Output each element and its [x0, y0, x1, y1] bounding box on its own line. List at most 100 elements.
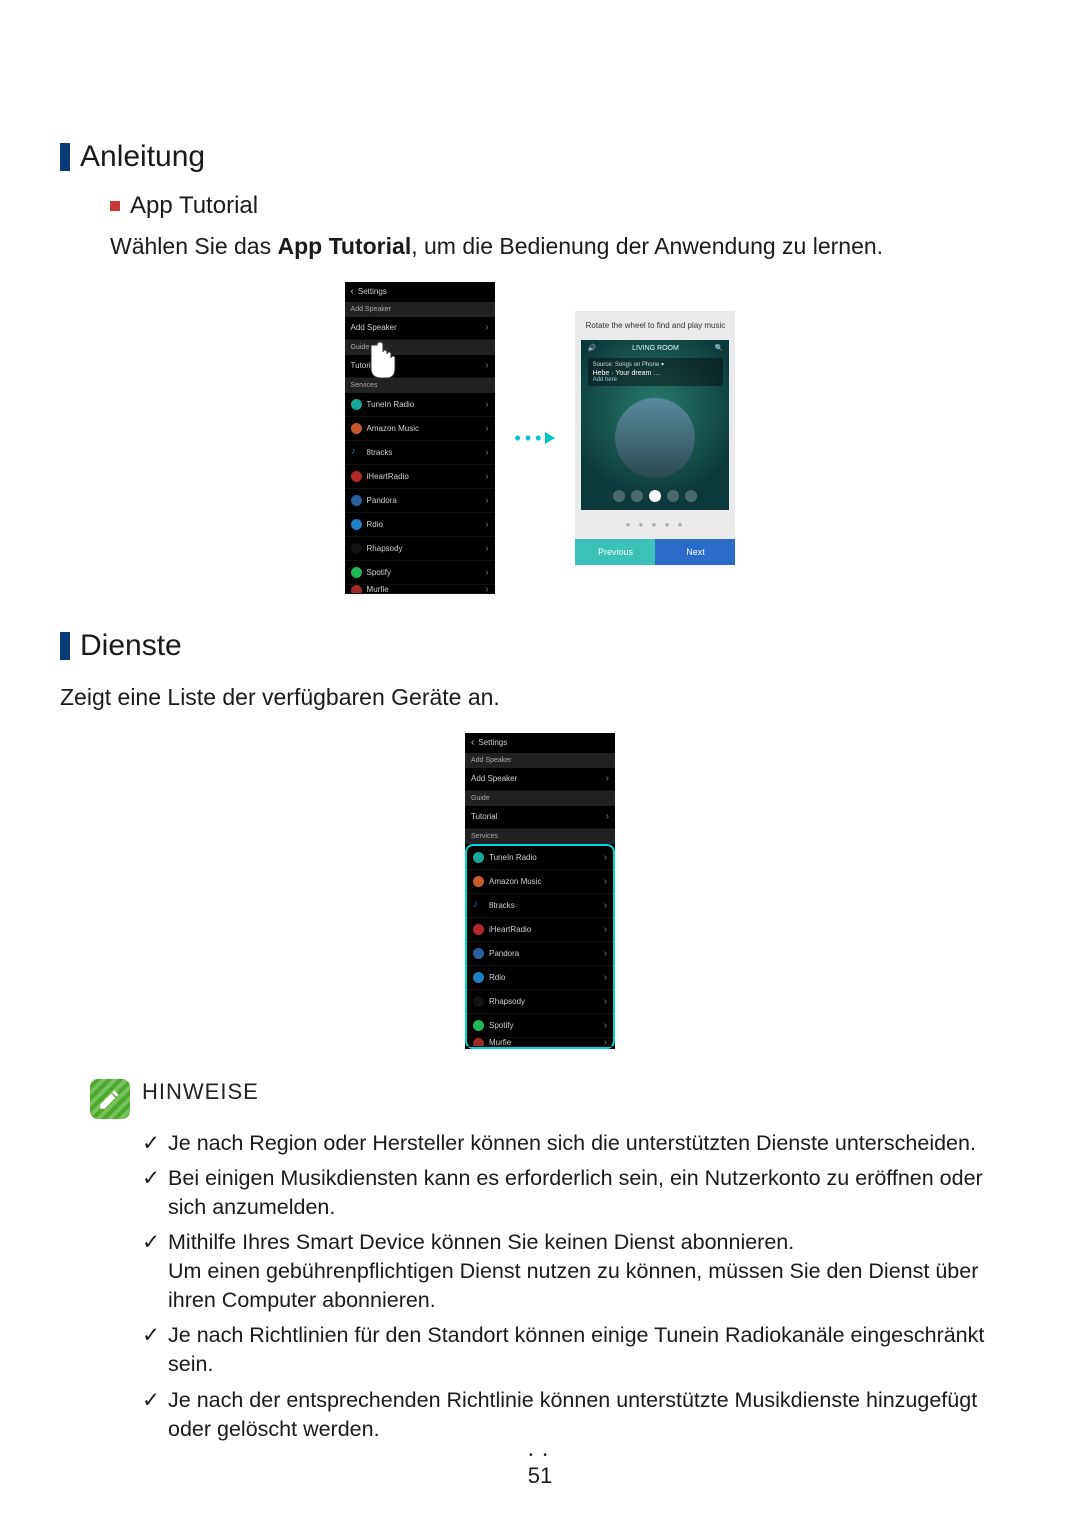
row-addspeaker: Add Speaker ›	[465, 768, 615, 791]
row-tutorial: Tutorial ›	[465, 806, 615, 829]
service-icon	[351, 543, 362, 554]
service-row: Rdio›	[345, 513, 495, 537]
service-row: Amazon Music›	[467, 870, 613, 894]
service-row: iHeartRadio›	[467, 918, 613, 942]
text-post: , um die Bedienung der Anwendung zu lern…	[411, 233, 883, 259]
chevron-right-icon: ›	[485, 448, 488, 458]
screenshot-settings: ‹ Settings Add Speaker Add Speaker › Gui…	[345, 282, 495, 594]
service-row: Rhapsody›	[467, 990, 613, 1014]
page-dots: ● ● ● ● ●	[575, 510, 735, 539]
chevron-right-icon: ›	[606, 774, 609, 784]
row-tutorial-label: Tutorial	[351, 362, 486, 370]
note-item: ✓Je nach Richtlinien für den Standort kö…	[142, 1321, 1020, 1379]
speaker-icon: 🔊	[587, 344, 596, 352]
chevron-right-icon: ›	[604, 853, 607, 863]
service-label: Rhapsody	[367, 545, 486, 553]
service-label: Murfie	[489, 1039, 604, 1047]
subheading-app-tutorial: App Tutorial	[110, 192, 1020, 220]
service-icon	[351, 399, 362, 410]
note-text: Je nach Region oder Hersteller können si…	[168, 1129, 976, 1158]
note-text: Bei einigen Musikdiensten kann es erford…	[168, 1164, 1020, 1222]
screenshot-tutorial: Rotate the wheel to find and play music …	[575, 311, 735, 565]
subheading-square	[110, 201, 120, 211]
heading-dienste: Dienste	[60, 629, 1020, 663]
subheading-app-tutorial-text: App Tutorial	[130, 192, 258, 220]
service-row: Murfie›	[467, 1038, 613, 1047]
service-label: 8tracks	[367, 449, 486, 457]
service-label: Spotify	[489, 1022, 604, 1030]
prev-button: Previous	[575, 539, 655, 565]
service-row: Spotify›	[467, 1014, 613, 1038]
chevron-right-icon: ›	[604, 925, 607, 935]
next-button: Next	[655, 539, 735, 565]
chevron-right-icon: ›	[604, 997, 607, 1007]
check-icon: ✓	[142, 1321, 160, 1379]
service-label: Amazon Music	[489, 878, 604, 886]
service-label: Murfie	[367, 586, 486, 594]
service-label: Pandora	[367, 497, 486, 505]
service-row: Amazon Music›	[345, 417, 495, 441]
service-icon	[473, 1020, 484, 1031]
chevron-right-icon: ›	[485, 520, 488, 530]
service-icon	[351, 519, 362, 530]
service-label: 8tracks	[489, 902, 604, 910]
row-addspeaker-label: Add Speaker	[351, 324, 486, 332]
chevron-right-icon: ›	[604, 901, 607, 911]
chevron-right-icon: ›	[604, 877, 607, 887]
service-icon	[351, 423, 362, 434]
chevron-right-icon: ›	[485, 400, 488, 410]
heading-dienste-text: Dienste	[80, 629, 182, 663]
row-addspeaker: Add Speaker ›	[345, 317, 495, 340]
row-tutorial: Tutorial ›	[345, 355, 495, 378]
search-icon: 🔍	[715, 344, 724, 352]
page-footer: • • 51	[0, 1450, 1080, 1489]
service-label: Spotify	[367, 569, 486, 577]
service-label: Rhapsody	[489, 998, 604, 1006]
chevron-right-icon: ›	[485, 585, 488, 594]
dienste-description: Zeigt eine Liste der verfügbaren Geräte …	[60, 681, 1020, 713]
service-label: Rdio	[367, 521, 486, 529]
service-row: Spotify›	[345, 561, 495, 585]
note-item: ✓Mithilfe Ihres Smart Device können Sie …	[142, 1228, 1020, 1315]
service-label: TuneIn Radio	[489, 854, 604, 862]
app-tutorial-description: Wählen Sie das App Tutorial, um die Bedi…	[110, 230, 1020, 262]
addhere-label: Add here	[593, 377, 719, 383]
service-icon	[473, 852, 484, 863]
notes-list: ✓ Je nach Region oder Hersteller können s…	[142, 1129, 1020, 1443]
chevron-right-icon: ›	[604, 1021, 607, 1031]
service-icon	[473, 876, 484, 887]
service-row: TuneIn Radio›	[345, 393, 495, 417]
transition-arrow-icon: •••	[515, 428, 556, 449]
service-row: iHeartRadio›	[345, 465, 495, 489]
section-addspeaker: Add Speaker	[465, 753, 615, 768]
service-row: Rdio›	[467, 966, 613, 990]
service-label: TuneIn Radio	[367, 401, 486, 409]
chevron-right-icon: ›	[485, 496, 488, 506]
chevron-right-icon: ›	[485, 323, 488, 333]
heading-anleitung-text: Anleitung	[80, 140, 205, 174]
text-bold: App Tutorial	[277, 233, 411, 259]
row-addspeaker-label: Add Speaker	[471, 775, 606, 783]
service-icon	[473, 948, 484, 959]
service-icon	[473, 996, 484, 1007]
service-label: iHeartRadio	[367, 473, 486, 481]
check-icon: ✓	[142, 1129, 160, 1158]
back-icon: ‹	[471, 738, 474, 748]
section-services: Services	[465, 829, 615, 844]
note-text: Mithilfe Ihres Smart Device können Sie k…	[168, 1228, 1020, 1315]
chevron-right-icon: ›	[485, 424, 488, 434]
service-row: TuneIn Radio›	[467, 846, 613, 870]
nowplaying-label: Hebe · Your dream …	[593, 370, 719, 377]
chevron-right-icon: ›	[604, 1038, 607, 1047]
note-item: ✓ Je nach Region oder Hersteller können s…	[142, 1129, 1020, 1158]
service-icon	[351, 471, 362, 482]
check-icon: ✓	[142, 1164, 160, 1222]
service-label: Amazon Music	[367, 425, 486, 433]
section-addspeaker: Add Speaker	[345, 302, 495, 317]
page-number: 51	[528, 1463, 552, 1488]
service-icon: ♪	[473, 900, 484, 911]
chevron-right-icon: ›	[606, 812, 609, 822]
settings-title: Settings	[478, 739, 507, 747]
service-row: Pandora›	[467, 942, 613, 966]
screenshot-dienste: ‹ Settings Add Speaker Add Speaker › Gui…	[465, 733, 615, 1049]
